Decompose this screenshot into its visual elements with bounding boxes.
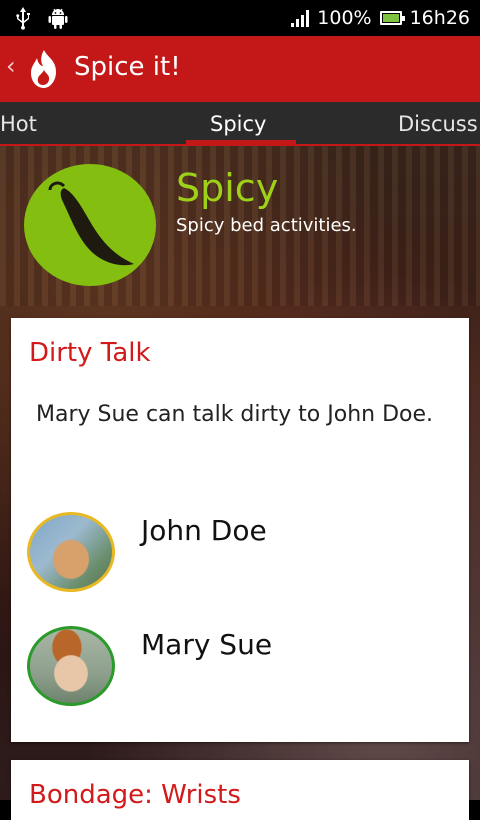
- chili-pepper-icon: [24, 164, 156, 286]
- avatar: [27, 512, 115, 592]
- card-description: Mary Sue can talk dirty to John Doe.: [36, 402, 434, 427]
- tab-discuss[interactable]: Discuss: [398, 112, 478, 136]
- battery-percent: 100%: [317, 7, 372, 29]
- category-title: Spicy: [176, 166, 279, 210]
- action-bar: ‹ Spice it!: [0, 36, 480, 102]
- person-item[interactable]: John Doe: [27, 512, 467, 602]
- tab-spicy[interactable]: Spicy: [210, 112, 266, 136]
- person-name: Mary Sue: [141, 628, 273, 661]
- activity-card[interactable]: Bondage: Wrists: [11, 760, 469, 820]
- clock: 16h26: [409, 7, 470, 29]
- card-title: Dirty Talk: [29, 338, 151, 368]
- android-debug-icon: [46, 6, 70, 34]
- chevron-left-icon[interactable]: ‹: [6, 52, 16, 80]
- battery-icon: [379, 11, 405, 25]
- tab-hot[interactable]: Hot: [0, 112, 37, 136]
- signal-icon: [291, 9, 310, 27]
- status-bar: 100% 16h26: [0, 0, 480, 36]
- flame-icon[interactable]: [24, 48, 64, 90]
- tab-bar: Hot Spicy Discuss: [0, 102, 480, 146]
- tab-indicator: [186, 140, 296, 144]
- avatar: [27, 626, 115, 706]
- usb-icon: [14, 6, 32, 34]
- activity-card[interactable]: Dirty Talk Mary Sue can talk dirty to Jo…: [11, 318, 469, 742]
- person-item[interactable]: Mary Sue: [27, 626, 467, 716]
- category-description: Spicy bed activities.: [176, 215, 357, 236]
- person-name: John Doe: [141, 514, 267, 547]
- app-title: Spice it!: [74, 52, 181, 82]
- card-title: Bondage: Wrists: [29, 780, 241, 810]
